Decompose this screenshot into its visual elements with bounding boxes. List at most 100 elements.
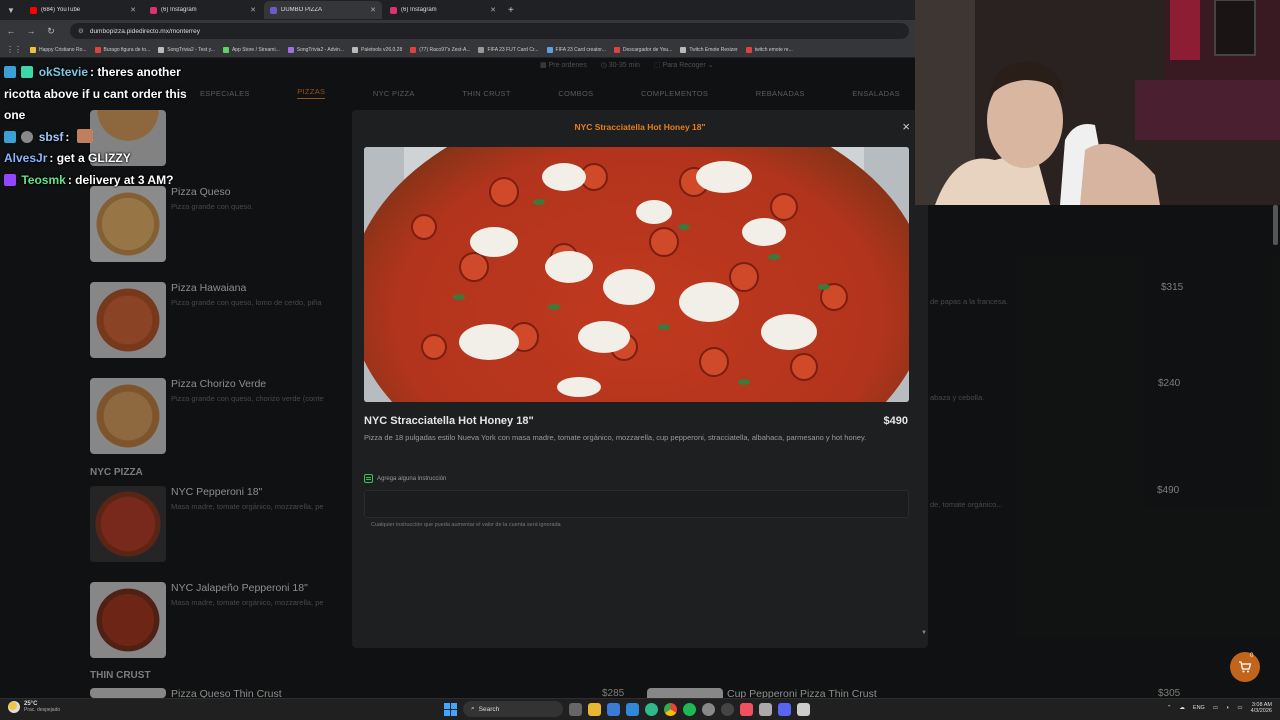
url-field[interactable]: ⚙ dumbopizza.pidedirecto.mx/monterrey	[70, 23, 909, 39]
chat-text: :	[65, 129, 70, 144]
volume-icon[interactable]: ◖	[1226, 705, 1229, 711]
bookmark-icon	[222, 46, 229, 53]
language-indicator[interactable]: ENG	[1193, 705, 1205, 711]
bookmark[interactable]: twitch emote re...	[745, 46, 793, 53]
bookmark[interactable]: FIFA 23 Card creator...	[546, 46, 606, 53]
forward-icon[interactable]: →	[26, 26, 36, 36]
reload-icon[interactable]: ↻	[46, 26, 56, 37]
chat-username: AlvesJr	[4, 151, 48, 165]
discord-icon[interactable]	[778, 702, 791, 716]
bookmark-label: (77) Raco97's Zest-A...	[419, 46, 471, 53]
store-icon[interactable]	[607, 702, 620, 716]
product-price: $490	[883, 415, 908, 427]
edge-icon[interactable]	[645, 702, 658, 716]
tab-close-icon[interactable]: ✕	[250, 6, 256, 14]
app-icon[interactable]	[797, 702, 810, 716]
bookmark[interactable]: Twitch Emote Resizer	[680, 46, 738, 53]
bookmark[interactable]: SongTrivia2 - Advin...	[287, 46, 344, 53]
bookmark-label: Twitch Emote Resizer	[689, 46, 738, 53]
bookmark-label: FIFA 23 FUT Card Cr...	[487, 46, 539, 53]
tab-instagram[interactable]: (6) Instagram ✕	[144, 1, 262, 19]
close-icon[interactable]: ×	[902, 119, 910, 134]
tab-close-icon[interactable]: ✕	[130, 6, 136, 14]
bookmark-icon	[158, 46, 165, 53]
product-modal: NYC Stracciatella Hot Honey 18" × NYC St…	[352, 110, 928, 648]
cart-button[interactable]	[1230, 652, 1260, 682]
instagram-icon	[150, 6, 157, 14]
bookmark[interactable]: Happy Cristiano Ro...	[30, 46, 87, 53]
tab-close-icon[interactable]: ✕	[370, 6, 376, 14]
mail-icon[interactable]	[626, 702, 639, 716]
stream-chat: okStevie: theres another ricotta above i…	[0, 62, 210, 191]
bookmark-icon	[352, 46, 359, 53]
bookmark[interactable]: SongTrivia2 - Test y...	[158, 46, 215, 53]
bookmark-icon	[410, 46, 417, 53]
cart-count: 0	[1250, 653, 1254, 659]
tray-chevron-icon[interactable]: ⌃	[1167, 705, 1172, 711]
tab-search-icon[interactable]: ▼	[0, 0, 22, 20]
chat-username: okStevie	[38, 65, 89, 79]
page-scrollbar[interactable]	[1273, 205, 1278, 245]
note-icon	[364, 474, 373, 483]
scroll-down-icon[interactable]: ▼	[920, 630, 928, 644]
url-text: dumbopizza.pidedirecto.mx/monterrey	[89, 27, 201, 35]
badge-icon	[4, 173, 16, 186]
bookmark-icon	[613, 46, 620, 53]
badge-icon	[21, 66, 34, 78]
weather-widget[interactable]: 25°C Prac. despejado	[8, 701, 60, 713]
bookmark[interactable]: App Store / Streami...	[222, 46, 280, 53]
clock-date: 4/3/2026	[1250, 708, 1272, 714]
chat-username: sbsf	[38, 129, 64, 144]
site-info-icon[interactable]: ⚙	[78, 27, 84, 35]
bookmark-label: twitch emote re...	[754, 46, 793, 53]
windows-start-icon[interactable]	[444, 702, 457, 716]
music-icon[interactable]	[740, 702, 753, 716]
bookmark-label: SongTrivia2 - Test y...	[167, 46, 215, 53]
tab-instagram-2[interactable]: (6) Instagram ✕	[384, 1, 502, 19]
badge-icon	[4, 130, 16, 143]
product-name: NYC Stracciatella Hot Honey 18"	[364, 415, 534, 427]
tab-label: DUMBO PIZZA	[281, 7, 323, 13]
bookmark[interactable]: Descargador de You...	[613, 46, 672, 53]
instagram-icon	[390, 6, 397, 14]
bookmark[interactable]: Paletools v26.0.28	[352, 46, 402, 53]
instruction-label: Agrega alguna instrucción	[377, 475, 447, 482]
apps-icon[interactable]: ⋮⋮	[6, 45, 22, 54]
spotify-icon[interactable]	[683, 702, 696, 716]
bookmark-icon	[478, 46, 485, 53]
bookmark[interactable]: Burago figura de to...	[94, 46, 151, 53]
webcam-feed	[915, 0, 1280, 205]
taskbar-search[interactable]: ⌕ Search	[463, 701, 563, 717]
chat-message: Teosmk: delivery at 3 AM?	[0, 170, 210, 192]
modal-title: NYC Stracciatella Hot Honey 18"	[574, 122, 706, 132]
bookmark-label: Burago figura de to...	[103, 46, 151, 53]
bookmark-label: FIFA 23 Card creator...	[555, 46, 606, 53]
obs-icon[interactable]	[721, 702, 734, 716]
file-explorer-icon[interactable]	[588, 702, 601, 716]
clock[interactable]: 3:08 AM 4/3/2026	[1251, 702, 1272, 714]
app-icon[interactable]	[759, 702, 772, 716]
network-icon[interactable]: ▭	[1213, 705, 1218, 711]
taskbar-apps: ⌕ Search	[444, 701, 810, 717]
instruction-label-row: Agrega alguna instrucción	[364, 474, 446, 483]
bookmark-icon	[94, 46, 101, 53]
settings-icon[interactable]	[702, 702, 715, 716]
chrome-icon[interactable]	[664, 702, 677, 716]
tab-close-icon[interactable]: ✕	[490, 6, 496, 14]
bookmark[interactable]: (77) Raco97's Zest-A...	[410, 46, 471, 53]
back-icon[interactable]: ←	[6, 26, 16, 36]
chat-text: : get a GLIZZY	[49, 151, 131, 165]
task-view-icon[interactable]	[569, 702, 582, 716]
taskbar: 25°C Prac. despejado ⌕ Search ⌃ ☁ ENG ▭ …	[0, 698, 1280, 720]
chat-message: sbsf:	[0, 127, 210, 149]
battery-icon[interactable]: ▭	[1237, 705, 1242, 711]
tab-dumbo-pizza[interactable]: DUMBO PIZZA ✕	[264, 1, 382, 19]
youtube-icon	[30, 6, 37, 14]
instruction-input[interactable]	[364, 490, 909, 518]
tab-youtube[interactable]: (684) YouTube ✕	[24, 1, 142, 19]
new-tab-button[interactable]: +	[508, 5, 514, 16]
cart-icon	[1239, 661, 1252, 673]
bookmark[interactable]: FIFA 23 FUT Card Cr...	[478, 46, 539, 53]
weather-icon	[8, 701, 20, 713]
onedrive-icon[interactable]: ☁	[1179, 705, 1185, 711]
